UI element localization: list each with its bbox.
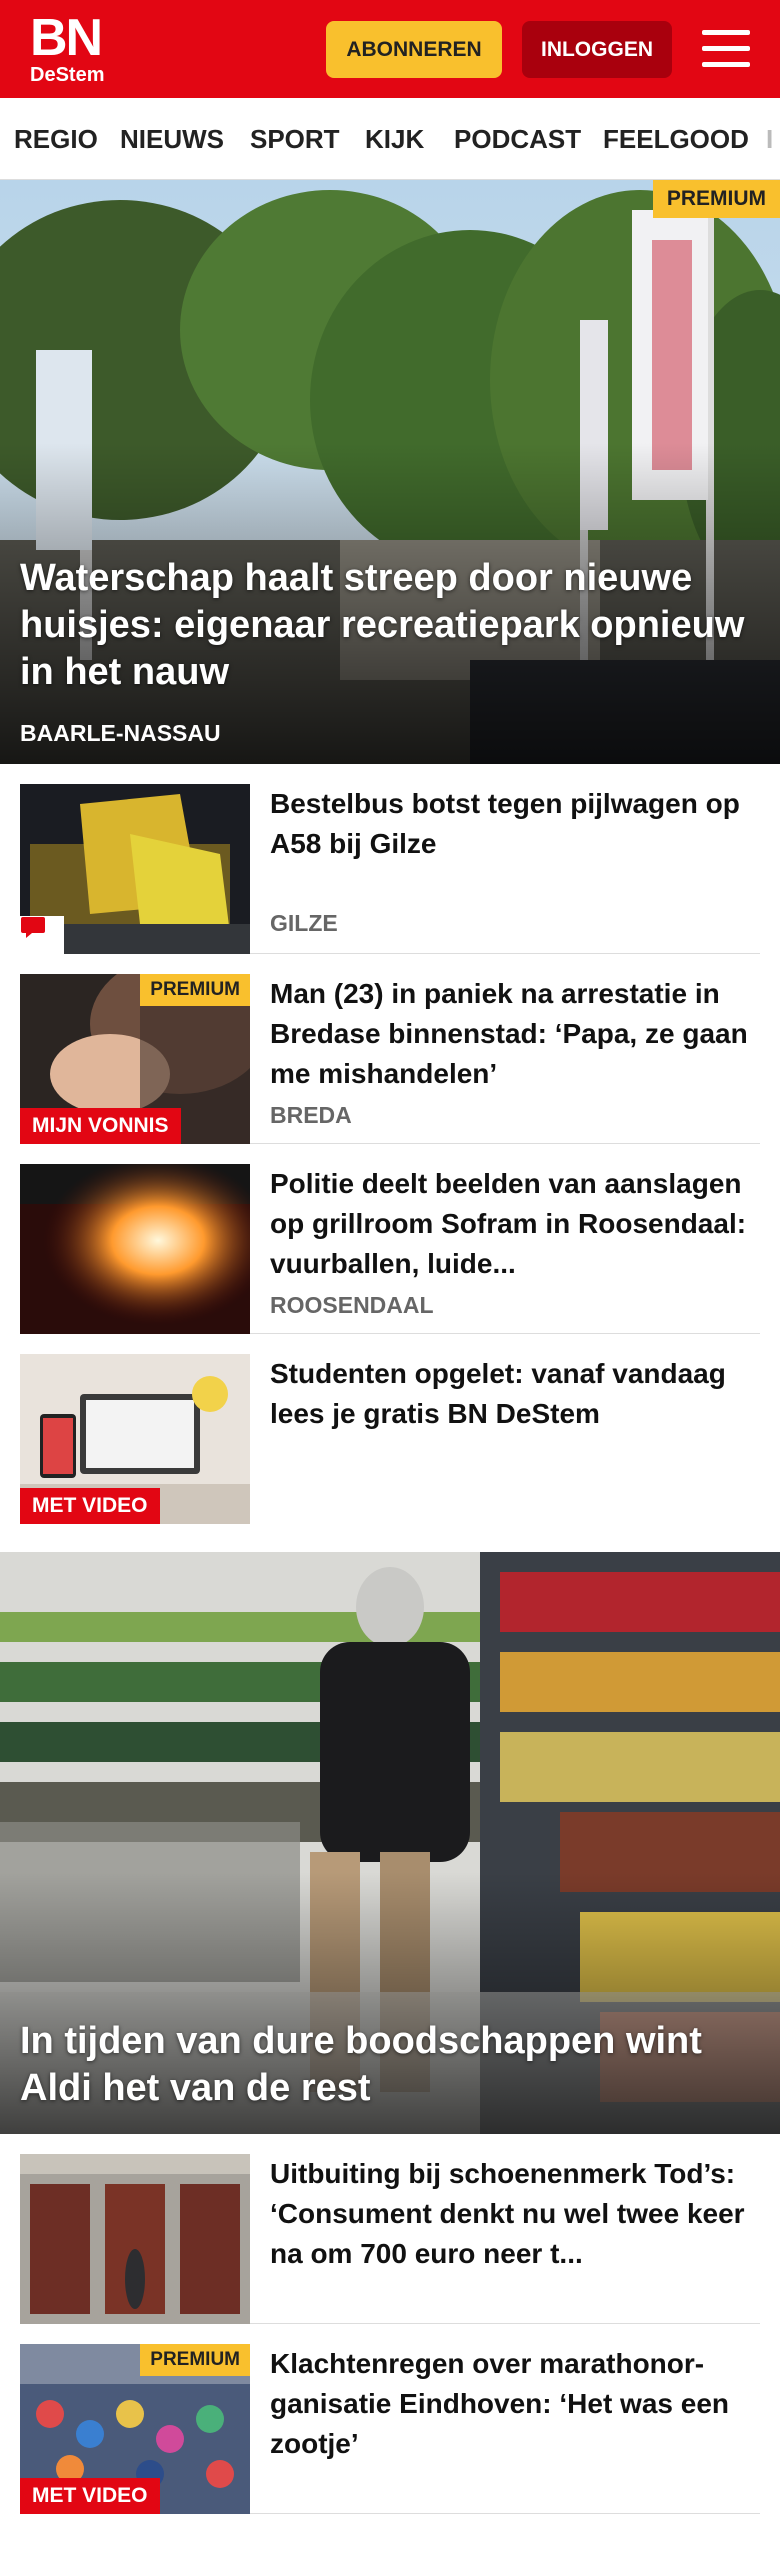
nav-item-feelgood[interactable]: FEELGOOD: [603, 98, 749, 179]
premium-badge: PREMIUM: [652, 180, 780, 218]
feature-title[interactable]: In tijden van dure boodschappen wint Ald…: [20, 2018, 760, 2112]
feature-article[interactable]: In tijden van dure boodschappen wint Ald…: [0, 1552, 780, 2134]
nav-item-regio[interactable]: REGIO: [14, 98, 98, 179]
article-location: BREDA: [270, 1102, 352, 1128]
article-thumbnail: MET VIDEO: [20, 1354, 250, 1524]
list-item[interactable]: MET VIDEO Studenten opgelet: vanaf vanda…: [20, 1334, 760, 1524]
article-thumbnail: [20, 784, 250, 954]
article-thumbnail: PREMIUM MET VIDEO: [20, 2344, 250, 2514]
top-bar: BN DeStem ABONNEREN INLOGGEN: [0, 0, 780, 98]
article-title[interactable]: Klachtenregen over marathonor­ganisatie …: [270, 2344, 760, 2464]
hero-title[interactable]: Waterschap haalt streep door nieuwe huis…: [20, 555, 760, 696]
site-logo[interactable]: BN DeStem: [30, 9, 112, 86]
article-thumbnail: PREMIUM MIJN VONNIS: [20, 974, 250, 1144]
list-item[interactable]: PREMIUM MIJN VONNIS Man (23) in paniek n…: [20, 954, 760, 1144]
article-thumbnail: [20, 1164, 250, 1334]
nav-item-kijk[interactable]: KIJK: [365, 98, 424, 179]
met-video-badge: MET VIDEO: [20, 2478, 160, 2514]
list-item[interactable]: Bestelbus botst tegen pijlwagen op A58 b…: [20, 764, 760, 954]
main-nav: REGIO NIEUWS SPORT KIJK PODCAST FEELGOOD…: [0, 98, 780, 180]
hero-article[interactable]: PREMIUM Waterschap haalt streep door nie…: [0, 180, 780, 764]
subscribe-button[interactable]: ABONNEREN: [326, 21, 502, 78]
logo-sub: DeStem: [30, 64, 105, 86]
article-location: ROOSENDAAL: [270, 1292, 434, 1318]
nav-item-podcast[interactable]: PODCAST: [454, 98, 581, 179]
hamburger-icon[interactable]: [700, 26, 752, 72]
article-title[interactable]: Bestelbus botst tegen pijlwagen op A58 b…: [270, 784, 760, 864]
list-item[interactable]: PREMIUM MET VIDEO Klachtenregen over mar…: [20, 2324, 760, 2514]
met-video-badge: MET VIDEO: [20, 1488, 160, 1524]
article-thumbnail: [20, 2154, 250, 2324]
article-title[interactable]: Man (23) in paniek na arrestatie in Bred…: [270, 974, 760, 1094]
comment-icon: [20, 916, 64, 954]
mijn-vonnis-badge: MIJN VONNIS: [20, 1108, 181, 1144]
article-title[interactable]: Uitbuiting bij schoenenmerk Tod’s: ‘Cons…: [270, 2154, 760, 2274]
hero-location: BAARLE-NASSAU: [20, 720, 221, 746]
premium-badge: PREMIUM: [140, 974, 250, 1006]
nav-item-more[interactable]: I: [766, 98, 773, 179]
login-button[interactable]: INLOGGEN: [522, 21, 672, 78]
premium-badge: PREMIUM: [140, 2344, 250, 2376]
list-item[interactable]: Politie deelt beelden van aanslagen op g…: [20, 1144, 760, 1334]
nav-item-sport[interactable]: SPORT: [250, 98, 340, 179]
list-item[interactable]: Uitbuiting bij schoenenmerk Tod’s: ‘Cons…: [20, 2134, 760, 2324]
article-location: GILZE: [270, 910, 338, 936]
nav-item-nieuws[interactable]: NIEUWS: [120, 98, 224, 179]
article-title[interactable]: Politie deelt beelden van aanslagen op g…: [270, 1164, 760, 1284]
article-title[interactable]: Studenten opgelet: vanaf vandaag lees je…: [270, 1354, 760, 1434]
logo-main: BN: [30, 9, 103, 67]
